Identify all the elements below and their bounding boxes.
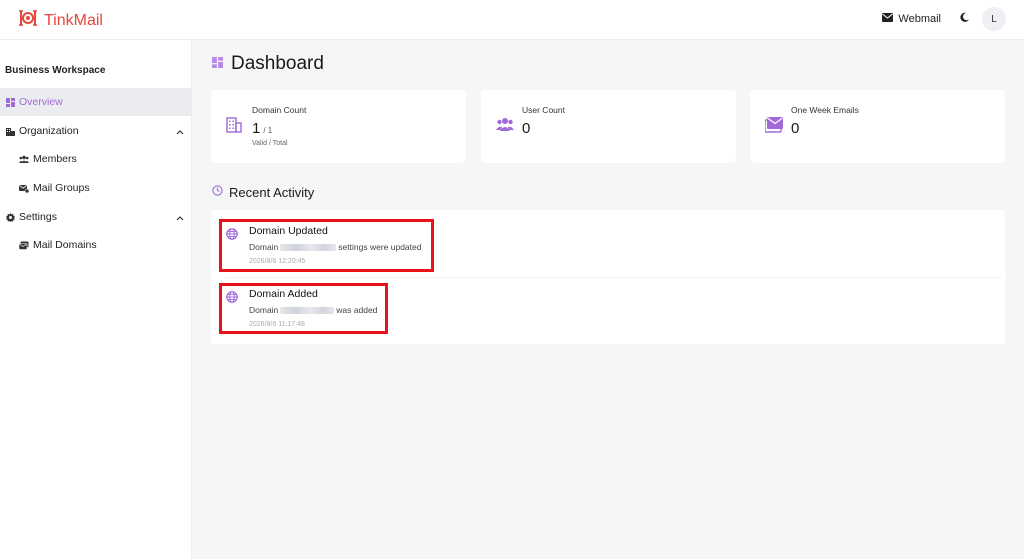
chevron-up-icon [176, 212, 184, 224]
clock-icon [212, 183, 223, 201]
webmail-label: Webmail [898, 13, 941, 25]
sidebar-item-label: Mail Groups [33, 182, 90, 194]
stat-value: 0 [791, 120, 800, 137]
sidebar-item-settings[interactable]: Settings [0, 203, 192, 231]
mail-group-icon [19, 183, 29, 193]
stat-label: Domain Count [252, 105, 307, 115]
stat-label: One Week Emails [791, 105, 859, 115]
workspace-title: Business Workspace [5, 65, 106, 76]
recent-activity-title: Recent Activity [229, 184, 315, 200]
page-title: Dashboard [231, 53, 324, 74]
envelope-icon [882, 13, 894, 25]
sidebar-item-label: Organization [19, 125, 79, 137]
stat-value-number: 1 [252, 120, 261, 137]
stat-card-weekly-emails: One Week Emails 0 [750, 90, 1005, 163]
sidebar-item-mail-domains[interactable]: Mail Domains [0, 231, 192, 259]
sidebar-item-label: Members [33, 153, 77, 165]
webmail-link[interactable]: Webmail [882, 13, 941, 25]
top-bar: TinkMail Webmail L [0, 0, 1024, 40]
stat-value: 0 [522, 120, 531, 137]
sidebar-item-overview[interactable]: Overview [0, 88, 192, 116]
building-icon [5, 126, 15, 136]
sidebar-item-label: Settings [19, 211, 57, 223]
sidebar-item-mail-groups[interactable]: Mail Groups [0, 174, 192, 202]
users-icon [496, 117, 514, 136]
gear-icon [5, 212, 15, 222]
logo-icon [18, 9, 38, 32]
sidebar: Business Workspace Overview Organization… [0, 40, 192, 559]
building-icon [226, 117, 242, 138]
page-header: Dashboard [212, 53, 324, 75]
app-logo[interactable]: TinkMail [18, 9, 103, 32]
sidebar-item-members[interactable]: Members [0, 145, 192, 173]
theme-toggle-button[interactable] [959, 10, 970, 28]
stat-label: User Count [522, 105, 565, 115]
chevron-up-icon [176, 126, 184, 138]
stat-total: / 1 [263, 126, 273, 135]
stat-card-domain-count: Domain Count 1/ 1 Valid / Total [211, 90, 466, 163]
stat-sublabel: Valid / Total [252, 140, 288, 147]
mail-domains-icon [19, 240, 29, 250]
app-name: TinkMail [44, 11, 103, 29]
mail-icon [764, 117, 783, 138]
stat-card-user-count: User Count 0 [481, 90, 736, 163]
highlight-box [219, 283, 388, 334]
stat-value: 1/ 1 [252, 120, 272, 137]
moon-icon [959, 10, 970, 28]
sidebar-item-organization[interactable]: Organization [0, 117, 192, 145]
highlight-box [219, 219, 434, 272]
sidebar-item-label: Overview [19, 96, 63, 108]
dashboard-icon [5, 97, 15, 107]
recent-activity-header: Recent Activity [212, 183, 314, 201]
user-avatar[interactable]: L [982, 7, 1006, 31]
dashboard-icon [212, 55, 223, 73]
sidebar-item-label: Mail Domains [33, 239, 97, 251]
users-icon [19, 154, 29, 164]
